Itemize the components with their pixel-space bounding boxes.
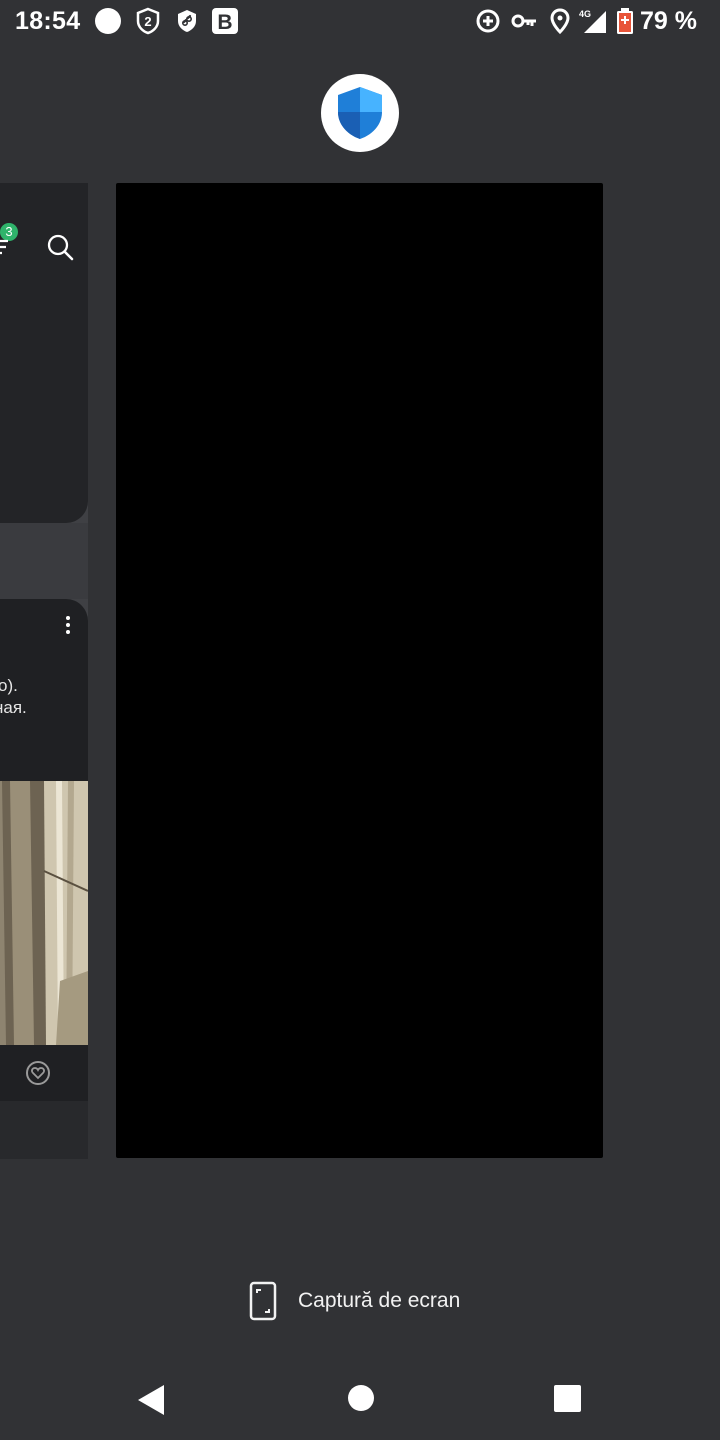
home-icon: [348, 1385, 374, 1411]
screenshot-icon: [249, 1281, 277, 1321]
svg-text:2: 2: [144, 14, 151, 29]
battery-percent: 79 %: [640, 7, 697, 35]
b-app-icon: B: [211, 7, 239, 35]
key-icon: [510, 7, 538, 35]
recents-icon: [554, 1385, 581, 1412]
post-footer: [0, 1045, 88, 1101]
more-options-icon: [64, 615, 72, 640]
back-icon: [138, 1385, 164, 1415]
location-icon: [546, 7, 574, 35]
circle-dot-icon: [94, 7, 122, 35]
sort-icon: [0, 235, 16, 262]
status-time: 18:54: [15, 7, 81, 35]
shield-2-icon: 2: [134, 7, 162, 35]
card-header-area: 3: [0, 183, 88, 523]
post-photo: [0, 781, 88, 1045]
defender-shield-icon: [338, 87, 382, 139]
recents-screen: 18:54 2 B 4G 79 % 3 о). ая. Captură de e…: [0, 0, 720, 1440]
post-text-line: ная.: [0, 698, 27, 717]
vpn-shield-icon: [173, 7, 201, 35]
network-type: 4G: [579, 9, 591, 19]
recents-button[interactable]: [548, 1380, 588, 1420]
back-button[interactable]: [132, 1380, 172, 1420]
recent-app-card-previous[interactable]: 3 о). ая.: [0, 183, 88, 1159]
battery-icon: [614, 7, 636, 35]
data-saver-icon: [474, 7, 502, 35]
status-bar: 18:54 2 B 4G 79 %: [0, 0, 720, 46]
search-icon: [46, 233, 74, 266]
recent-app-card-current[interactable]: [116, 183, 603, 1158]
screenshot-label: Captură de ecran: [298, 1289, 461, 1312]
screenshot-button[interactable]: Captură de ecran: [248, 1278, 460, 1324]
like-icon: [24, 1059, 52, 1092]
card-divider: [0, 523, 88, 599]
home-button[interactable]: [341, 1380, 381, 1420]
navigation-bar: [0, 1360, 720, 1440]
post-text-line: о).: [0, 676, 18, 695]
post-text: о). ная.: [0, 675, 88, 719]
signal-icon: 4G: [578, 7, 608, 35]
card-bottom: [0, 1101, 88, 1159]
svg-text:B: B: [217, 11, 232, 34]
app-icon-button[interactable]: [321, 74, 399, 152]
